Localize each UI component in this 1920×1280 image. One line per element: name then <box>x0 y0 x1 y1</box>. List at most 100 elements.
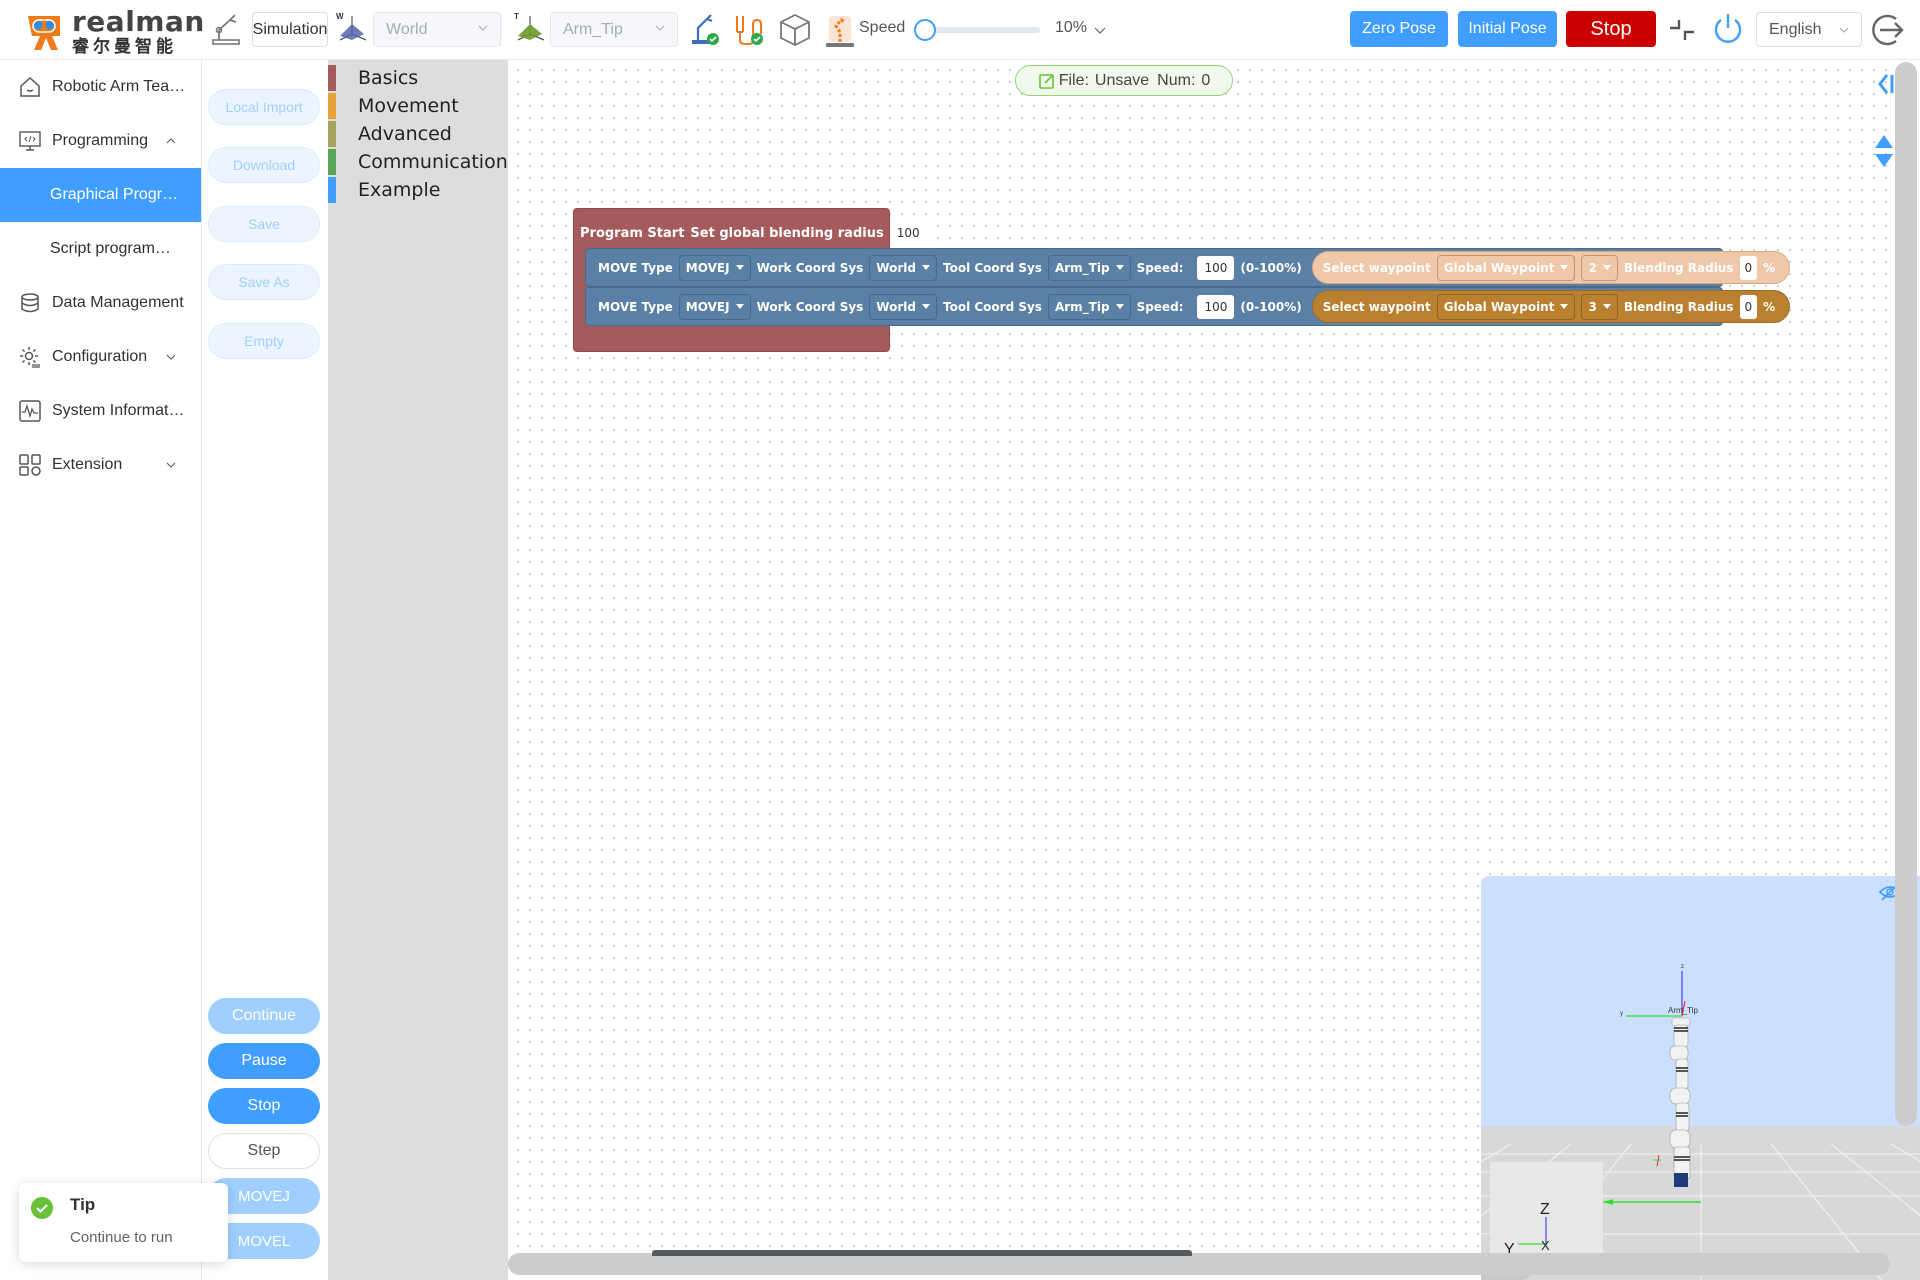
base-frame-axes <box>1653 1154 1661 1167</box>
move-type-dropdown[interactable]: MOVEJ <box>678 293 751 320</box>
move-block[interactable]: MOVE Type MOVEJ Work Coord Sys World Too… <box>585 287 1791 326</box>
save-as-button[interactable]: Save As <box>208 264 320 300</box>
robot-arm-icon[interactable] <box>210 12 242 46</box>
language-select[interactable]: English <box>1756 12 1862 47</box>
cable-connected-icon[interactable] <box>733 12 763 46</box>
local-import-button[interactable]: Local Import <box>208 89 320 125</box>
work-coord-select[interactable]: World <box>373 12 501 47</box>
pause-button[interactable]: Pause <box>208 1043 320 1079</box>
waypoint-type-dropdown[interactable]: Global Waypoint <box>1436 254 1576 281</box>
empty-button[interactable]: Empty <box>208 323 320 359</box>
sidebar-item-label: Extension <box>52 456 123 473</box>
toolbox-category-movement[interactable]: Movement <box>328 92 508 120</box>
category-color-swatch <box>328 65 336 91</box>
zero-pose-button[interactable]: Zero Pose <box>1350 11 1448 47</box>
move-type-dropdown[interactable]: MOVEJ <box>678 254 751 281</box>
work-coord-label: Work Coord Sys <box>756 260 864 275</box>
waypoint-index-dropdown[interactable]: 3 <box>1581 293 1618 320</box>
emergency-stop-button[interactable]: Stop <box>1566 11 1656 47</box>
tool-coord-dropdown[interactable]: Arm_Tip <box>1047 254 1131 281</box>
program-start-label: Program Start <box>580 225 685 241</box>
global-blend-input[interactable]: 100 <box>889 221 927 245</box>
file-value: Unsave <box>1094 71 1150 89</box>
sidebar-item-programming[interactable]: Programming <box>0 114 201 168</box>
mode-indicator[interactable]: Simulation <box>252 12 328 47</box>
category-label: Basics <box>358 67 419 89</box>
tool-coord-dropdown[interactable]: Arm_Tip <box>1047 293 1131 320</box>
robot-3d-viewer[interactable]: z y Arm_Tip Z Y X <box>1481 876 1920 1280</box>
speed-range-label: (0-100%) <box>1240 260 1302 275</box>
toolbox-category-basics[interactable]: Basics <box>328 64 508 92</box>
speed-chevron-down-icon[interactable] <box>1094 24 1106 36</box>
blending-radius-unit: % <box>1763 299 1776 314</box>
category-color-swatch <box>328 149 336 175</box>
move-block[interactable]: MOVE Type MOVEJ Work Coord Sys World Too… <box>585 248 1791 287</box>
chevron-down-icon <box>478 25 488 31</box>
speed-slider-track[interactable] <box>922 27 1040 33</box>
logout-icon[interactable] <box>1870 11 1908 49</box>
sidebar-item-robotic-arm-teach[interactable]: Robotic Arm Tea… <box>0 60 201 114</box>
toolbox-category-communication[interactable]: Communication <box>328 148 508 176</box>
speed-slider-handle[interactable] <box>913 19 936 41</box>
speed-input[interactable]: 100 <box>1197 294 1235 319</box>
viewer-vertical-scrollbar[interactable] <box>1895 876 1917 1126</box>
file-label: File: <box>1058 71 1089 89</box>
tool-coord-select[interactable]: Arm_Tip <box>550 12 678 47</box>
waypoint-block[interactable]: Select waypoint Global Waypoint 3 Blendi… <box>1311 290 1791 323</box>
toolbox-category-advanced[interactable]: Advanced <box>328 120 508 148</box>
sidebar-item-script-programming[interactable]: Script programm… <box>0 222 201 276</box>
cube-3d-icon[interactable] <box>778 12 812 48</box>
category-label: Advanced <box>358 123 452 145</box>
world-frame-icon: W <box>334 10 370 46</box>
waypoint-block[interactable]: Select waypoint Global Waypoint 2 Blendi… <box>1311 251 1791 284</box>
tool-coord-value: Arm_Tip <box>563 20 623 38</box>
sidebar-item-configuration[interactable]: Configuration <box>0 330 201 384</box>
speed-value: 10% <box>1055 19 1088 36</box>
continue-button[interactable]: Continue <box>208 998 320 1034</box>
brand-name-cn: 睿尔曼智能 <box>72 37 177 56</box>
global-blend-label: Set global blending radius <box>690 225 884 241</box>
power-icon[interactable] <box>1710 11 1746 47</box>
download-button[interactable]: Download <box>208 147 320 183</box>
sidebar-item-system-information[interactable]: System Informat… <box>0 384 201 438</box>
svg-text:T: T <box>514 12 519 21</box>
chevron-down-icon <box>655 25 665 31</box>
initial-pose-button[interactable]: Initial Pose <box>1458 11 1557 47</box>
waypoint-index-dropdown[interactable]: 2 <box>1581 254 1618 281</box>
stop-run-button[interactable]: Stop <box>208 1088 320 1124</box>
blending-radius-input[interactable]: 0 <box>1739 294 1758 319</box>
work-coord-dropdown[interactable]: World <box>869 254 937 281</box>
workspace-horizontal-scrollbar[interactable] <box>508 1253 1890 1275</box>
speed-input[interactable]: 100 <box>1197 255 1235 280</box>
category-color-swatch <box>328 121 336 147</box>
sidebar-item-extension[interactable]: Extension <box>0 438 201 492</box>
save-button[interactable]: Save <box>208 206 320 242</box>
sidebar-item-data-management[interactable]: Data Management <box>0 276 201 330</box>
waypoint-type-dropdown[interactable]: Global Waypoint <box>1436 293 1576 320</box>
move-type-label: MOVE Type <box>598 299 673 314</box>
work-coord-dropdown[interactable]: World <box>869 293 937 320</box>
select-waypoint-label: Select waypoint <box>1322 299 1431 314</box>
chevron-up-icon <box>166 138 176 144</box>
svg-text:z: z <box>1681 964 1684 970</box>
sidebar-nav: Robotic Arm Tea… Programming Graphical P… <box>0 60 202 1280</box>
toolbox-category-example[interactable]: Example <box>328 176 508 204</box>
language-value: English <box>1769 20 1822 38</box>
chevron-down-icon <box>1839 27 1849 33</box>
blending-radius-input[interactable]: 0 <box>1739 255 1758 280</box>
code-monitor-icon <box>19 131 41 151</box>
zoom-up-down-icon[interactable] <box>1874 133 1894 169</box>
chevron-down-icon <box>166 462 176 468</box>
sidebar-item-graphical-programming[interactable]: Graphical Progr… <box>0 168 201 222</box>
pulse-icon <box>19 400 41 422</box>
workspace-scroll-thumb[interactable] <box>652 1250 1192 1256</box>
gear-icon <box>20 347 40 368</box>
sidebar-item-label: Robotic Arm Tea… <box>52 78 186 95</box>
tip-notification: Tip Continue to run <box>19 1183 228 1262</box>
block-toolbox: Basics Movement Advanced Communication E… <box>328 60 508 1280</box>
success-check-icon <box>31 1197 53 1219</box>
robot-connected-icon[interactable] <box>690 12 720 46</box>
collapse-arrows-icon[interactable] <box>1668 16 1696 44</box>
step-button[interactable]: Step <box>208 1133 320 1169</box>
collapse-panel-icon[interactable] <box>1876 72 1894 96</box>
